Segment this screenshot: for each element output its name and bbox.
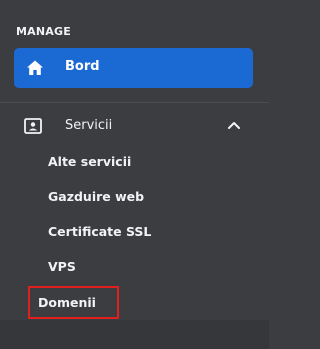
submenu-item-alte-servicii[interactable]: Alte servicii bbox=[48, 154, 131, 169]
submenu-item-vps[interactable]: VPS bbox=[48, 259, 76, 274]
chevron-up-icon[interactable] bbox=[227, 120, 241, 130]
divider bbox=[0, 102, 269, 103]
submenu-item-gazduire-web[interactable]: Gazduire web bbox=[48, 189, 144, 204]
sidebar-item-bord[interactable]: Bord bbox=[14, 48, 253, 88]
id-card-icon bbox=[24, 118, 42, 134]
sidebar-footer-band bbox=[0, 320, 269, 349]
sidebar: MANAGE Bord Servicii Alte servicii Gazdu… bbox=[0, 0, 269, 349]
home-icon bbox=[27, 60, 43, 75]
sidebar-group-servicii[interactable]: Servicii bbox=[0, 110, 269, 142]
sidebar-item-label: Bord bbox=[65, 59, 100, 74]
section-label-manage: MANAGE bbox=[16, 25, 71, 38]
sidebar-group-label: Servicii bbox=[65, 118, 113, 133]
submenu-item-label: Domenii bbox=[38, 295, 96, 310]
submenu-item-certificate-ssl[interactable]: Certificate SSL bbox=[48, 224, 151, 239]
submenu-item-domenii[interactable]: Domenii bbox=[28, 286, 119, 319]
